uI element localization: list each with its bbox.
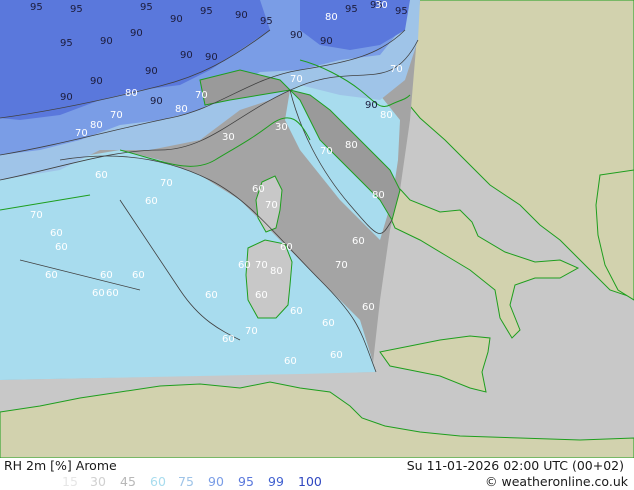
scale-value: 30 bbox=[90, 474, 106, 489]
footer-row-top: RH 2m [%] Arome Su 11-01-2026 02:00 UTC … bbox=[0, 458, 634, 474]
footer: RH 2m [%] Arome Su 11-01-2026 02:00 UTC … bbox=[0, 458, 634, 490]
contour-label: 60 bbox=[330, 350, 343, 361]
contour-label: 80 bbox=[90, 120, 103, 131]
scale-value: 15 bbox=[62, 474, 78, 489]
scale-value: 75 bbox=[178, 474, 194, 489]
contour-label: 30 bbox=[375, 0, 388, 11]
contour-label: 90 bbox=[180, 50, 193, 61]
contour-label: 70 bbox=[110, 110, 123, 121]
contour-label: 60 bbox=[222, 334, 235, 345]
contour-label: 60 bbox=[132, 270, 145, 281]
map-title: RH 2m [%] Arome bbox=[4, 458, 117, 473]
contour-label: 60 bbox=[205, 290, 218, 301]
map-datetime: Su 11-01-2026 02:00 UTC (00+02) bbox=[406, 458, 624, 473]
contour-label: 60 bbox=[322, 318, 335, 329]
contour-label: 60 bbox=[362, 302, 375, 313]
contour-label: 95 bbox=[30, 2, 43, 13]
contour-label: 70 bbox=[30, 210, 43, 221]
contour-label: 70 bbox=[290, 74, 303, 85]
contour-label: 90 bbox=[145, 66, 158, 77]
contour-label: 95 bbox=[200, 6, 213, 17]
contour-label: 95 bbox=[140, 2, 153, 13]
contour-label: 60 bbox=[55, 242, 68, 253]
contour-label: 70 bbox=[195, 90, 208, 101]
contour-label: 70 bbox=[160, 178, 173, 189]
footer-row-bottom: 15 30 45 60 75 90 95 99 100 © weatheronline.co.u… bbox=[0, 474, 634, 490]
contour-label: 70 bbox=[265, 200, 278, 211]
contour-label: 90 bbox=[235, 10, 248, 21]
contour-label: 60 bbox=[95, 170, 108, 181]
contour-label: 80 bbox=[345, 140, 358, 151]
contour-label: 90 bbox=[130, 28, 143, 39]
contour-label: 60 bbox=[352, 236, 365, 247]
contour-label: 90 bbox=[60, 92, 73, 103]
scale-value: 45 bbox=[120, 474, 136, 489]
humidity-map: 95 95 95 90 95 90 95 95 95 95 95 90 90 9… bbox=[0, 0, 634, 458]
contour-label: 60 bbox=[252, 184, 265, 195]
color-scale: 15 30 45 60 75 90 95 99 100 bbox=[62, 474, 332, 490]
contour-label: 60 bbox=[238, 260, 251, 271]
contour-label: 60 bbox=[284, 356, 297, 367]
scale-value: 95 bbox=[238, 474, 254, 489]
contour-label: 90 bbox=[100, 36, 113, 47]
contour-label: 80 bbox=[372, 190, 385, 201]
contour-label: 60 bbox=[255, 290, 268, 301]
scale-value: 90 bbox=[208, 474, 224, 489]
contour-label: 60 bbox=[50, 228, 63, 239]
scale-value: 100 bbox=[298, 474, 322, 489]
contour-label: 95 bbox=[70, 4, 83, 15]
contour-label: 30 bbox=[222, 132, 235, 143]
contour-label: 60 bbox=[280, 242, 293, 253]
contour-label: 60 bbox=[100, 270, 113, 281]
contour-label: 90 bbox=[150, 96, 163, 107]
copyright-link[interactable]: © weatheronline.co.uk bbox=[485, 474, 628, 490]
contour-label: 60 bbox=[92, 288, 105, 299]
contour-label: 70 bbox=[255, 260, 268, 271]
contour-label: 90 bbox=[290, 30, 303, 41]
contour-label: 70 bbox=[75, 128, 88, 139]
contour-label: 95 bbox=[60, 38, 73, 49]
contour-label: 80 bbox=[325, 12, 338, 23]
contour-label: 70 bbox=[320, 146, 333, 157]
contour-label: 90 bbox=[90, 76, 103, 87]
contour-label: 70 bbox=[335, 260, 348, 271]
contour-label: 90 bbox=[320, 36, 333, 47]
contour-label: 95 bbox=[345, 4, 358, 15]
contour-label: 90 bbox=[205, 52, 218, 63]
contour-label: 80 bbox=[125, 88, 138, 99]
contour-label: 90 bbox=[170, 14, 183, 25]
contour-label: 95 bbox=[395, 6, 408, 17]
contour-label: 80 bbox=[270, 266, 283, 277]
contour-label: 60 bbox=[145, 196, 158, 207]
contour-label: 70 bbox=[390, 64, 403, 75]
scale-value: 99 bbox=[268, 474, 284, 489]
contour-label: 60 bbox=[45, 270, 58, 281]
contour-label: 30 bbox=[275, 122, 288, 133]
contour-label: 70 bbox=[245, 326, 258, 337]
contour-label: 95 bbox=[260, 16, 273, 27]
contour-label: 80 bbox=[175, 104, 188, 115]
contour-label: 60 bbox=[106, 288, 119, 299]
contour-label: 80 bbox=[380, 110, 393, 121]
contour-label: 60 bbox=[290, 306, 303, 317]
contour-label: 90 bbox=[365, 100, 378, 111]
scale-value: 60 bbox=[150, 474, 166, 489]
